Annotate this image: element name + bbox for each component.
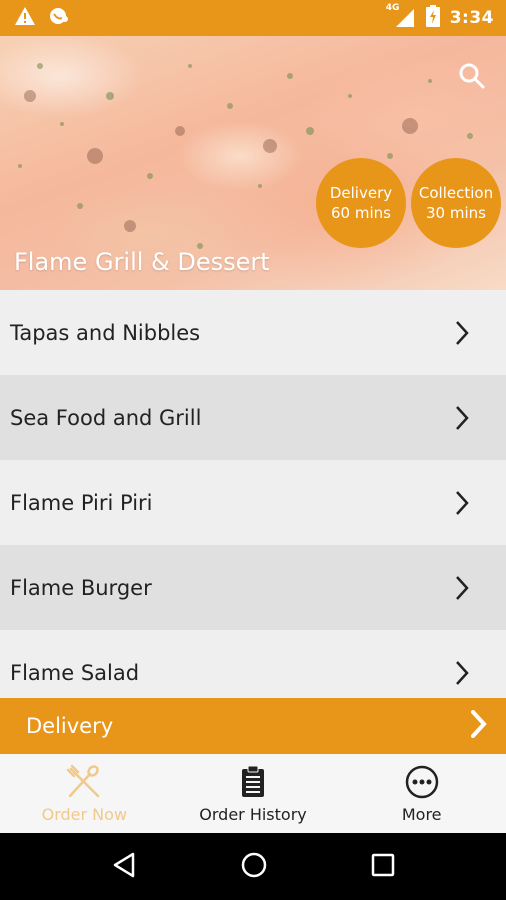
battery-charging-icon (425, 5, 440, 31)
chevron-right-icon (454, 320, 470, 346)
menu-category-label: Flame Burger (10, 575, 152, 600)
menu-category-flame-salad[interactable]: Flame Salad (0, 630, 506, 698)
tab-order-now[interactable]: Order Now (0, 754, 169, 833)
system-navigation-bar (0, 833, 506, 900)
menu-category-sea-food-and-grill[interactable]: Sea Food and Grill (0, 375, 506, 460)
delivery-mode-label: Delivery (26, 714, 114, 738)
tab-more[interactable]: More (337, 754, 506, 833)
tab-label: More (401, 805, 442, 824)
menu-category-list: Tapas and Nibbles Sea Food and Grill Fla… (0, 290, 506, 698)
menu-category-label: Flame Piri Piri (10, 490, 153, 515)
menu-category-label: Sea Food and Grill (10, 405, 202, 430)
search-icon[interactable] (458, 62, 486, 90)
delivery-badge-title: Delivery (329, 184, 393, 202)
back-icon[interactable] (111, 851, 137, 883)
phone-icon (48, 5, 70, 31)
bottom-tab-bar: Order Now Order History More (0, 754, 506, 833)
collection-badge-title: Collection (418, 184, 494, 202)
warning-icon (14, 6, 36, 30)
tab-order-history[interactable]: Order History (169, 754, 338, 833)
collection-badge-time: 30 mins (426, 204, 486, 222)
collection-time-badge[interactable]: Collection 30 mins (411, 158, 501, 248)
status-bar: 4G 3:34 (0, 0, 506, 36)
tab-label: Order History (199, 805, 307, 824)
tab-label: Order Now (41, 805, 128, 824)
restaurant-hero-image: Flame Grill & Dessert (0, 36, 506, 290)
chevron-right-icon (454, 490, 470, 516)
fork-spoon-icon (66, 764, 102, 800)
delivery-mode-bar[interactable]: Delivery (0, 698, 506, 754)
restaurant-name: Flame Grill & Dessert (14, 248, 270, 276)
chevron-right-icon (454, 660, 470, 686)
chevron-right-icon (470, 709, 488, 743)
delivery-time-badge[interactable]: Delivery 60 mins (316, 158, 406, 248)
more-dots-icon (405, 764, 439, 800)
home-icon[interactable] (240, 851, 268, 883)
chevron-right-icon (454, 405, 470, 431)
menu-category-label: Flame Salad (10, 660, 140, 685)
chevron-right-icon (454, 575, 470, 601)
menu-category-tapas-and-nibbles[interactable]: Tapas and Nibbles (0, 290, 506, 375)
clock: 3:34 (449, 8, 494, 28)
clipboard-icon (240, 764, 266, 800)
menu-category-label: Tapas and Nibbles (10, 320, 201, 345)
menu-category-flame-burger[interactable]: Flame Burger (0, 545, 506, 630)
recent-apps-icon[interactable] (371, 853, 395, 881)
menu-category-flame-piri-piri[interactable]: Flame Piri Piri (0, 460, 506, 545)
signal-icon: 4G (386, 3, 416, 29)
delivery-badge-time: 60 mins (331, 204, 391, 222)
